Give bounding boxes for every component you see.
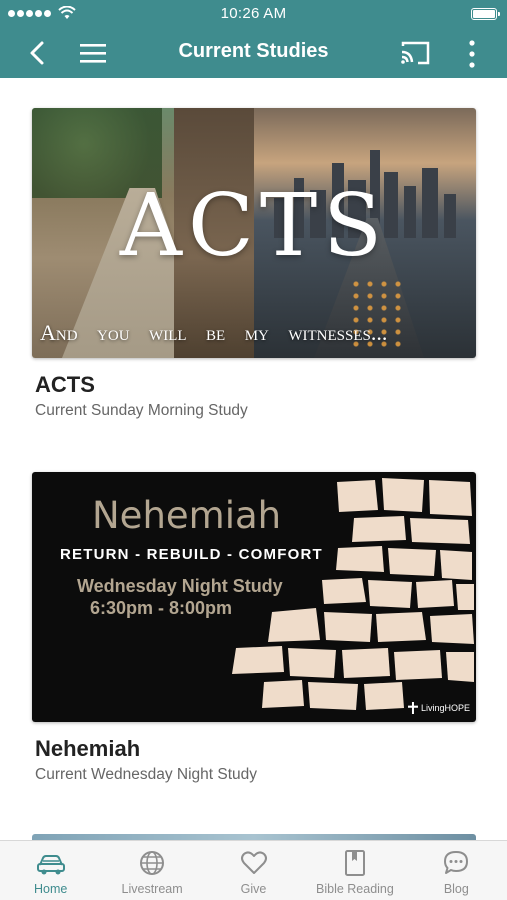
globe-icon (140, 851, 165, 875)
study-card-nehemiah[interactable]: Nehemiah RETURN - REBUILD - COMFORT Wedn… (32, 472, 476, 784)
tab-label: Blog (443, 882, 469, 896)
tab-bible-reading[interactable]: Bible Reading (304, 841, 405, 900)
nehemiah-art-night: Wednesday Night Study (77, 576, 283, 596)
church-logo: LivingHOPE (407, 702, 470, 714)
acts-art-tagline: And you will be my witnesses... (40, 320, 388, 345)
nehemiah-art-title: Nehemiah (92, 494, 282, 537)
study-title: ACTS (35, 372, 95, 397)
battery-icon (471, 8, 500, 20)
study-subtitle: Current Sunday Morning Study (35, 402, 248, 419)
heart-icon (240, 851, 267, 874)
top-bar: 10:26 AM Current Studies (0, 0, 507, 78)
status-time: 10:26 AM (220, 5, 287, 22)
status-bar: 10:26 AM (0, 0, 507, 28)
acts-art-title: ACTS (119, 176, 389, 276)
tab-livestream[interactable]: Livestream (101, 841, 202, 900)
study-image-nehemiah[interactable]: Nehemiah RETURN - REBUILD - COMFORT Wedn… (32, 472, 476, 722)
nav-bar: Current Studies (0, 28, 507, 78)
tab-label: Livestream (121, 882, 183, 896)
study-title: Nehemiah (35, 736, 141, 761)
nehemiah-art-line: RETURN - REBUILD - COMFORT (60, 546, 323, 563)
chat-bubble-icon (444, 851, 469, 874)
study-subtitle: Current Wednesday Night Study (35, 766, 257, 783)
study-image-acts[interactable]: ACTS And you will be my witnesses... (32, 108, 476, 358)
tab-label: Bible Reading (316, 882, 394, 896)
tab-home[interactable]: Home (0, 841, 101, 900)
car-icon (36, 855, 65, 875)
book-icon (344, 850, 365, 876)
study-card-acts[interactable]: ACTS And you will be my witnesses... ACT… (32, 108, 476, 420)
tab-bar: Home Livestream Give Bible Reading Blog (0, 840, 507, 900)
tab-blog[interactable]: Blog (406, 841, 507, 900)
nehemiah-art-time: 6:30pm - 8:00pm (90, 598, 233, 618)
tab-give[interactable]: Give (203, 841, 304, 900)
tab-label: Home (34, 882, 68, 896)
more-options-icon[interactable] (467, 39, 477, 69)
cast-icon[interactable] (399, 40, 431, 66)
cross-icon (407, 702, 418, 714)
tab-label: Give (240, 882, 267, 896)
studies-list: ACTS And you will be my witnesses... ACT… (0, 78, 507, 840)
